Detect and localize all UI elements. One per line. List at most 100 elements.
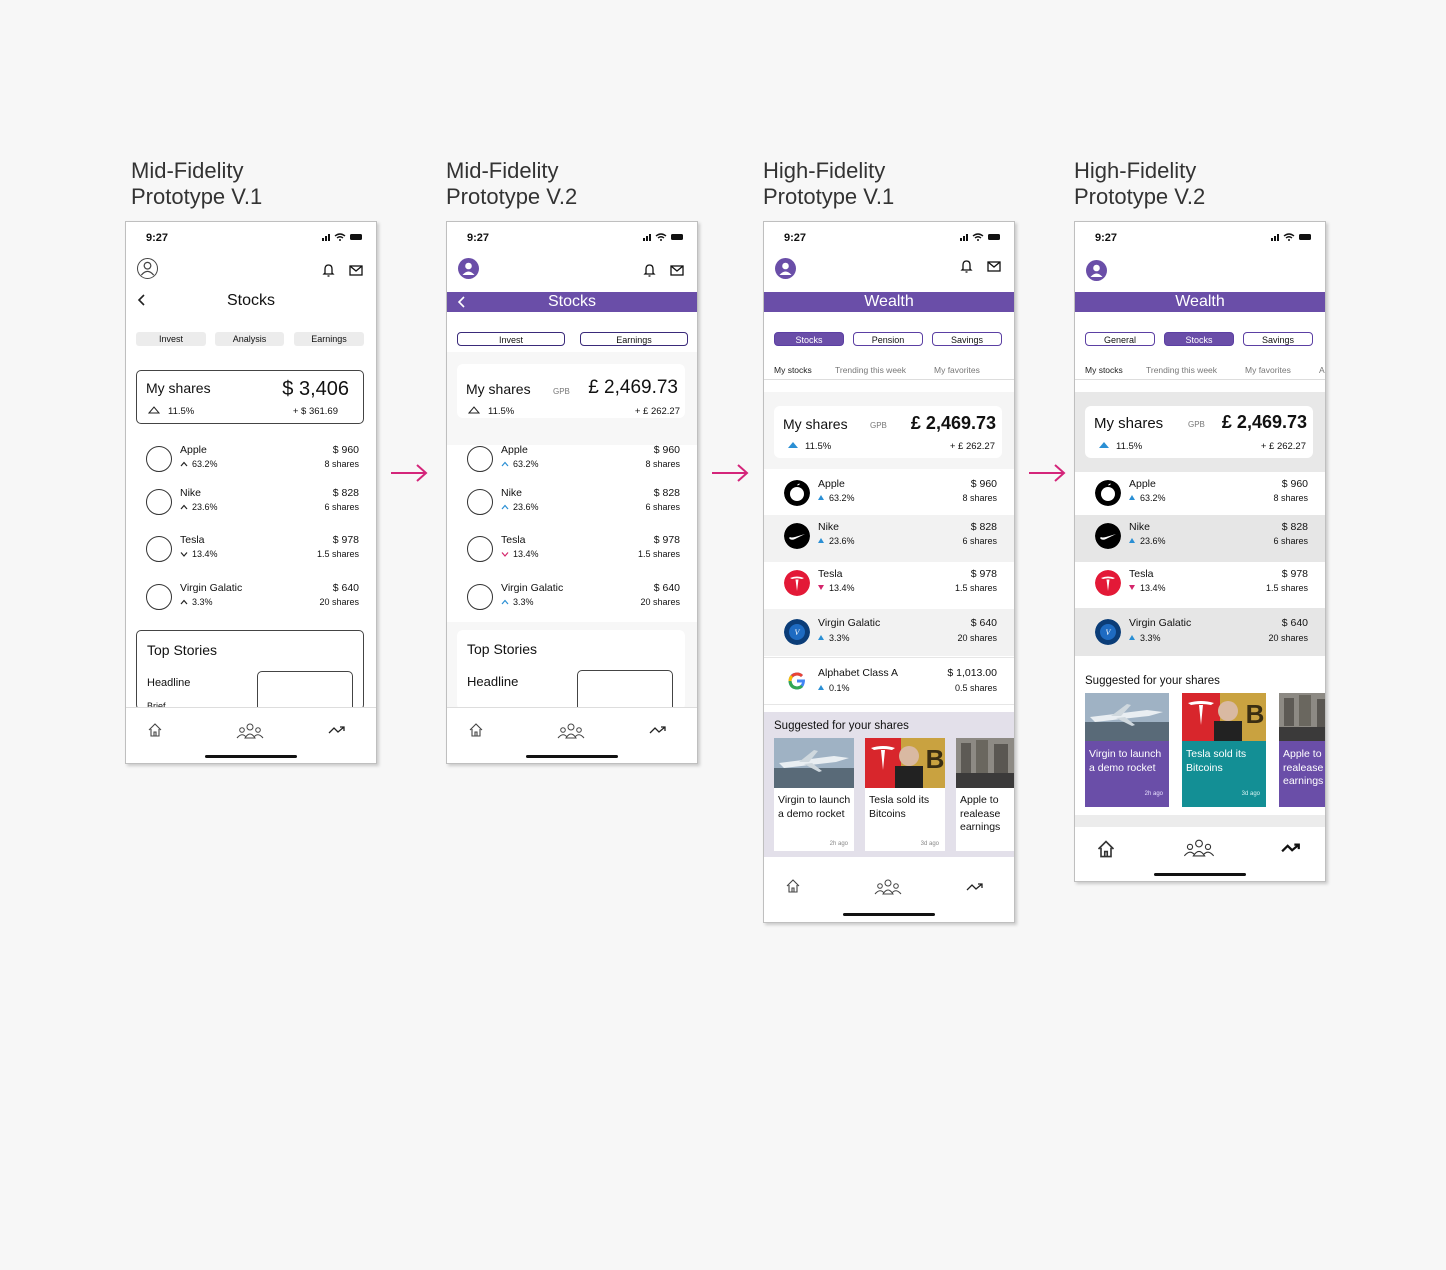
tab-stocks[interactable]: Stocks xyxy=(774,332,844,346)
stock-value: $ 978 xyxy=(653,534,680,546)
news-carousel[interactable]: Virgin to launch a demo rocket 2h ago B … xyxy=(774,738,1014,851)
community-icon[interactable] xyxy=(556,723,586,739)
apple-store-image xyxy=(1279,693,1325,741)
stock-row-apple[interactable]: Apple 63.2% $ 960 8 shares xyxy=(764,472,1014,519)
trending-icon[interactable] xyxy=(966,882,984,892)
subtab-my-stocks[interactable]: My stocks xyxy=(1085,365,1123,375)
stock-value: $ 978 xyxy=(332,534,359,546)
triangle-up-icon xyxy=(1129,538,1135,543)
stock-shares: 6 shares xyxy=(645,502,680,512)
tab-analysis[interactable]: Analysis xyxy=(215,332,284,346)
stock-row-tesla[interactable]: Tesla 13.4% $ 978 1.5 shares xyxy=(1075,562,1325,609)
triangle-up-icon xyxy=(147,406,161,414)
tab-stocks[interactable]: Stocks xyxy=(1164,332,1234,346)
home-icon[interactable] xyxy=(1096,839,1116,859)
community-icon[interactable] xyxy=(1182,839,1216,857)
page-title: Wealth xyxy=(864,293,914,310)
svg-text:B: B xyxy=(926,744,945,774)
back-chevron-icon[interactable] xyxy=(456,295,468,309)
stock-change: 3.3% xyxy=(1129,633,1161,643)
bottom-nav xyxy=(126,707,376,763)
home-icon[interactable] xyxy=(785,878,801,894)
stock-row-apple[interactable]: Apple 63.2% $ 960 8 shares xyxy=(447,438,697,485)
subtab-my-stocks[interactable]: My stocks xyxy=(774,365,812,375)
stock-row-nike[interactable]: Nike 23.6% $ 828 6 shares xyxy=(764,515,1014,562)
community-icon[interactable] xyxy=(235,723,265,739)
trending-icon[interactable] xyxy=(328,725,346,735)
shares-gain: + £ 262.27 xyxy=(634,406,680,417)
news-card-virgin[interactable]: Virgin to launch a demo rocket 2h ago xyxy=(774,738,854,851)
home-icon[interactable] xyxy=(468,722,484,738)
stock-row-tesla[interactable]: Tesla 13.4% $ 978 1.5 shares xyxy=(126,528,376,575)
status-icons xyxy=(1271,233,1311,241)
status-time: 9:27 xyxy=(784,232,807,244)
profile-icon[interactable] xyxy=(458,258,479,279)
stock-row-nike[interactable]: Nike 23.6% $ 828 6 shares xyxy=(447,481,697,528)
news-card-apple[interactable]: Apple to realease earnings 1 xyxy=(956,738,1014,851)
stock-row-virgin-galactic[interactable]: Virgin Galatic 3.3% $ 640 20 shares xyxy=(447,576,697,623)
stock-change: 13.4% xyxy=(180,549,218,559)
profile-icon[interactable] xyxy=(1086,260,1107,281)
news-card-tesla[interactable]: B Tesla sold its Bitcoins 3d ago xyxy=(1182,693,1266,807)
tab-savings[interactable]: Savings xyxy=(932,332,1002,346)
subtab-more[interactable]: A xyxy=(1319,365,1325,375)
title-bar: Wealth xyxy=(1075,292,1325,312)
tab-invest[interactable]: Invest xyxy=(457,332,565,346)
my-shares-card[interactable]: My shares GPB £ 2,469.73 11.5% + £ 262.2… xyxy=(1085,406,1313,458)
top-stories-card[interactable]: Top Stories Headline Brief xyxy=(136,630,364,723)
community-icon[interactable] xyxy=(873,879,903,895)
apple-logo-icon xyxy=(784,480,810,506)
news-card-apple[interactable]: Apple to realease earnings xyxy=(1279,693,1325,807)
tab-earnings[interactable]: Earnings xyxy=(294,332,364,346)
tesla-bitcoin-image: B xyxy=(1182,693,1266,741)
profile-icon[interactable] xyxy=(137,258,158,279)
stock-row-virgin-galactic[interactable]: V Virgin Galatic 3.3% $ 640 20 shares xyxy=(764,609,1014,656)
subtab-trending[interactable]: Trending this week xyxy=(835,365,906,375)
stock-logo-placeholder xyxy=(467,536,493,562)
stock-row-tesla[interactable]: Tesla 13.4% $ 978 1.5 shares xyxy=(447,528,697,575)
stock-row-alphabet[interactable]: Alphabet Class A 0.1% $ 1,013.00 0.5 shares xyxy=(764,657,1014,705)
triangle-down-icon xyxy=(818,585,824,590)
top-stories-card[interactable]: Top Stories Headline xyxy=(457,630,685,722)
home-indicator xyxy=(526,755,618,758)
chevron-up-icon xyxy=(501,599,509,605)
chevron-up-icon xyxy=(501,504,509,510)
stock-change: 0.1% xyxy=(818,683,850,693)
triangle-up-icon xyxy=(818,635,824,640)
news-card-virgin[interactable]: Virgin to launch a demo rocket 2h ago xyxy=(1085,693,1169,807)
stock-row-nike[interactable]: Nike 23.6% $ 828 6 shares xyxy=(126,481,376,528)
home-icon[interactable] xyxy=(147,722,163,738)
tab-savings[interactable]: Savings xyxy=(1243,332,1313,346)
stock-row-virgin-galactic[interactable]: V Virgin Galatic 3.3% $ 640 20 shares xyxy=(1075,608,1325,656)
triangle-up-icon xyxy=(467,406,481,414)
tab-general[interactable]: General xyxy=(1085,332,1155,346)
my-shares-card[interactable]: My shares GPB £ 2,469.73 11.5% + £ 262.2… xyxy=(774,406,1002,458)
stock-row-nike[interactable]: Nike 23.6% $ 828 6 shares xyxy=(1075,515,1325,562)
news-headline: Virgin to launch a demo rocket xyxy=(1089,748,1162,774)
stock-logo-placeholder xyxy=(146,446,172,472)
tab-invest[interactable]: Invest xyxy=(136,332,206,346)
subtab-favorites[interactable]: My favorites xyxy=(934,365,980,375)
subtab-favorites[interactable]: My favorites xyxy=(1245,365,1291,375)
trending-icon[interactable] xyxy=(1281,842,1301,854)
news-card-tesla[interactable]: B Tesla sold its Bitcoins 3d ago xyxy=(865,738,945,851)
trending-icon[interactable] xyxy=(649,725,667,735)
flow-arrow-icon xyxy=(391,464,428,482)
stock-name: Virgin Galatic xyxy=(1129,617,1192,629)
stock-row-virgin-galactic[interactable]: Virgin Galatic 3.3% $ 640 20 shares xyxy=(126,576,376,623)
profile-icon[interactable] xyxy=(775,258,796,279)
stock-name: Tesla xyxy=(501,534,526,546)
story-headline: Headline xyxy=(467,674,519,689)
mail-icon xyxy=(987,261,1001,272)
subtab-trending[interactable]: Trending this week xyxy=(1146,365,1217,375)
my-shares-card[interactable]: My shares $ 3,406 11.5% + $ 361.69 xyxy=(136,370,364,424)
news-carousel[interactable]: Virgin to launch a demo rocket 2h ago B … xyxy=(1085,693,1325,807)
tab-earnings[interactable]: Earnings xyxy=(580,332,688,346)
tab-pension[interactable]: Pension xyxy=(853,332,923,346)
stock-row-apple[interactable]: Apple 63.2% $ 960 8 shares xyxy=(126,438,376,485)
stock-logo-placeholder xyxy=(146,489,172,515)
stock-value: $ 978 xyxy=(1281,568,1308,580)
stock-row-tesla[interactable]: Tesla 13.4% $ 978 1.5 shares xyxy=(764,562,1014,609)
rocket-plane-image xyxy=(1085,693,1169,741)
stock-row-apple[interactable]: Apple 63.2% $ 960 8 shares xyxy=(1075,472,1325,519)
